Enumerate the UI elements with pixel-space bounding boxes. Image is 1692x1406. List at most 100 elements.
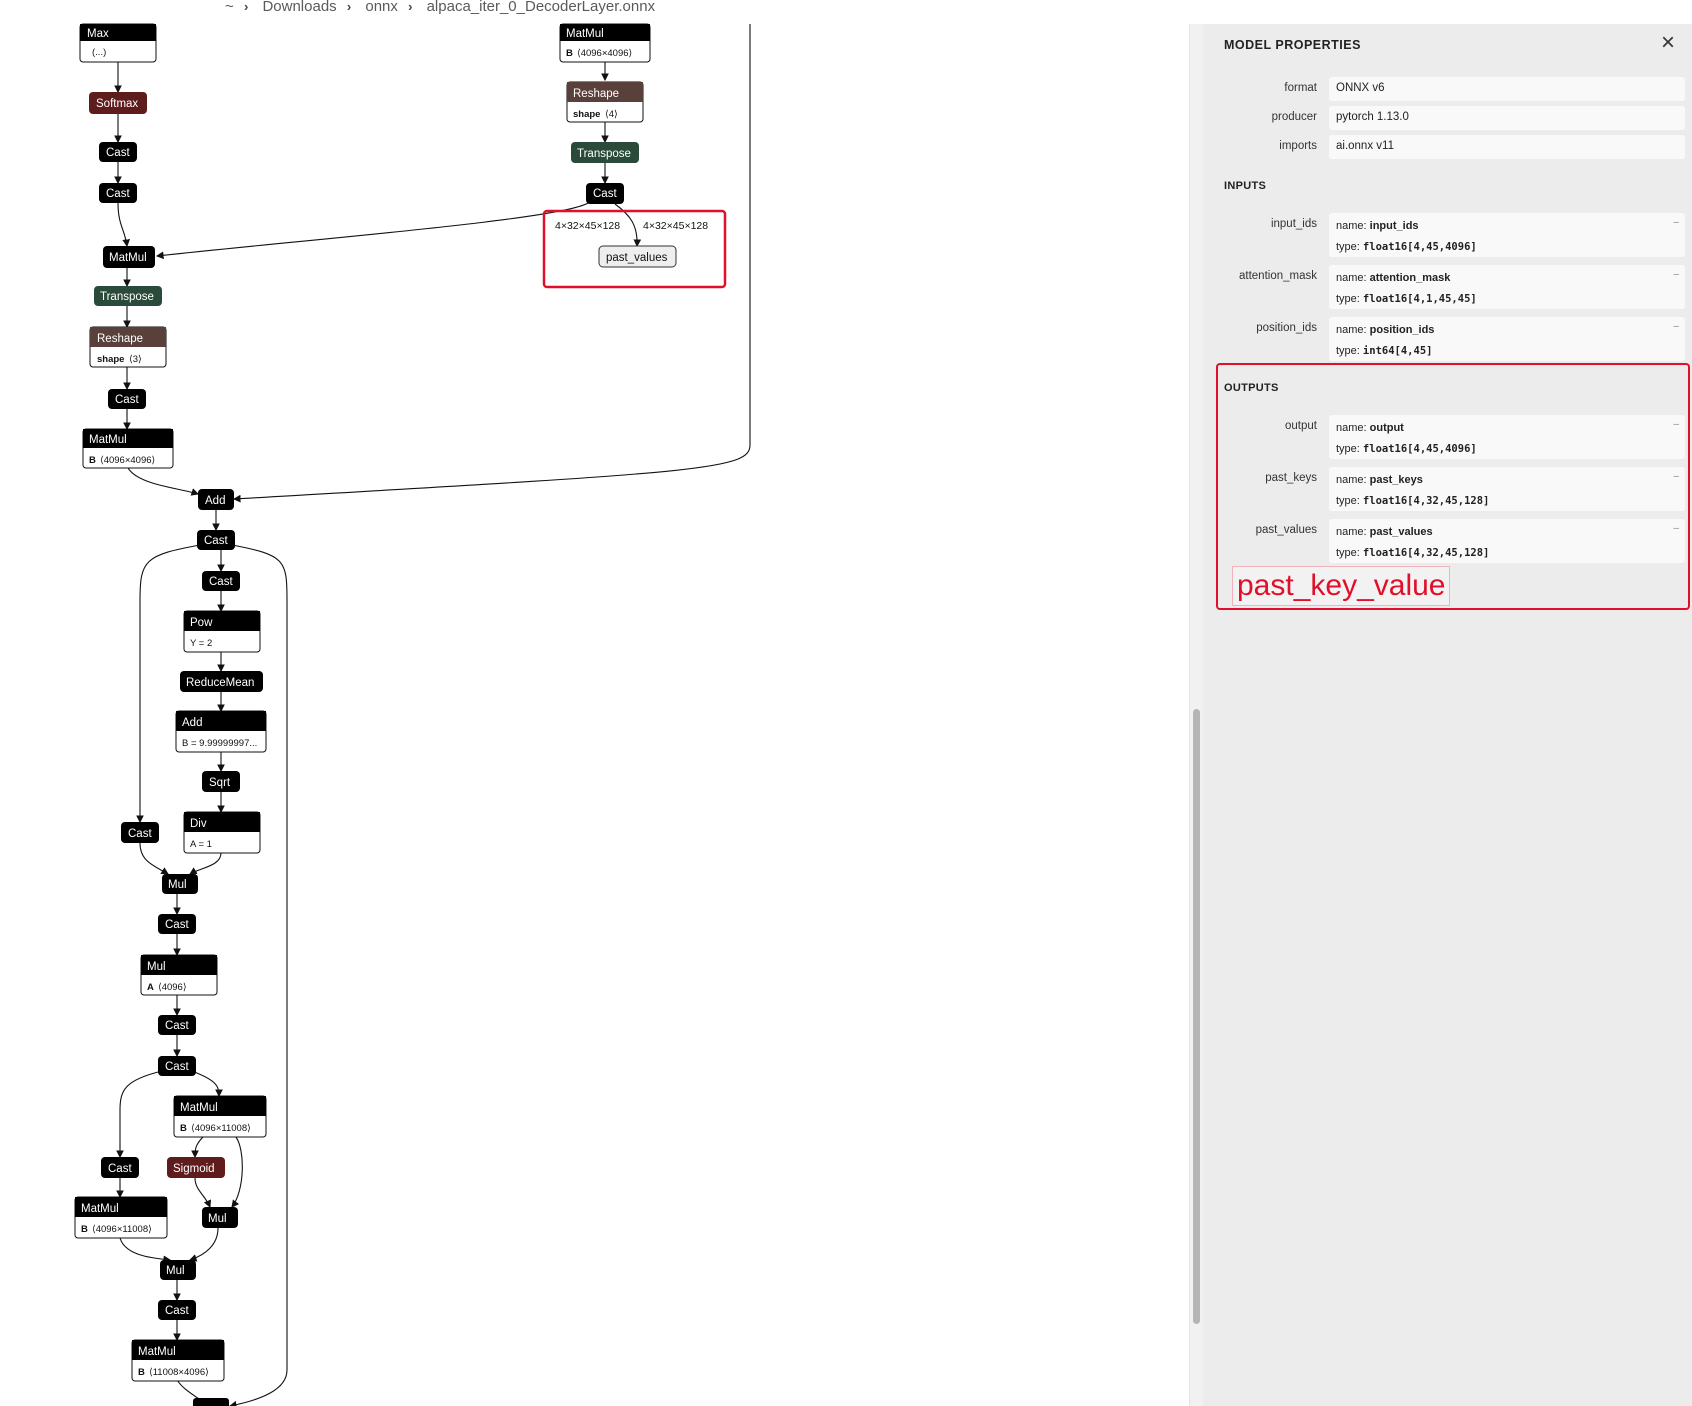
- node-cast[interactable]: Cast: [586, 183, 624, 204]
- node-matmul[interactable]: MatMul B ⟨4096×4096⟩: [559, 23, 651, 63]
- expand-toggle-icon[interactable]: –: [1673, 321, 1679, 332]
- node-transpose[interactable]: Transpose: [571, 142, 639, 163]
- node-cast[interactable]: Cast: [158, 1015, 196, 1035]
- node-add[interactable]: Add B = 9.99999997...: [175, 710, 267, 753]
- input-name: position_ids: [1369, 324, 1435, 336]
- node-attr-val: ⟨4096×4096⟩: [100, 455, 156, 466]
- node-cast[interactable]: Cast: [158, 1300, 196, 1320]
- node-mul[interactable]: Mul: [160, 1260, 196, 1280]
- node-partial[interactable]: [193, 1398, 229, 1406]
- expand-toggle-icon[interactable]: –: [1673, 217, 1679, 228]
- node-cast[interactable]: Cast: [99, 142, 137, 162]
- node-cast[interactable]: Cast: [158, 914, 196, 934]
- section-title-inputs: INPUTS: [1224, 180, 1267, 192]
- node-attr-key: B: [180, 1123, 187, 1134]
- node-transpose[interactable]: Transpose: [94, 286, 162, 306]
- node-softmax[interactable]: Softmax: [89, 92, 147, 114]
- node-add[interactable]: Add: [198, 489, 234, 510]
- node-cast[interactable]: Cast: [158, 1056, 196, 1076]
- node-mul[interactable]: Mul: [162, 874, 198, 894]
- node-pow[interactable]: Pow Y = 2: [183, 610, 261, 653]
- node-op: Sigmoid: [173, 1163, 215, 1175]
- node-attr-val: ⟨3⟩: [129, 354, 142, 365]
- node-attr-val: ⟨4096⟩: [158, 982, 187, 993]
- node-op: Cast: [593, 188, 617, 200]
- breadcrumb-file[interactable]: alpaca_iter_0_DecoderLayer.onnx: [427, 0, 656, 15]
- node-attr: A = 1: [190, 839, 212, 850]
- node-matmul[interactable]: MatMul B ⟨11008×4096⟩: [131, 1339, 225, 1382]
- node-op: Cast: [165, 919, 189, 931]
- prop-label-imports: imports: [1279, 140, 1317, 152]
- node-max[interactable]: Max (...): [79, 23, 157, 63]
- breadcrumb-downloads[interactable]: Downloads: [262, 0, 336, 15]
- node-op: Mul: [166, 1265, 185, 1277]
- node-op: Transpose: [100, 291, 154, 303]
- node-reducemean[interactable]: ReduceMean: [180, 671, 263, 692]
- node-attr-key: shape: [573, 109, 600, 120]
- node-cast[interactable]: Cast: [101, 1157, 139, 1178]
- node-sqrt[interactable]: Sqrt: [202, 771, 240, 792]
- node-cast[interactable]: Cast: [99, 183, 137, 203]
- node-attr: Y = 2: [190, 638, 212, 649]
- input-argument[interactable]: name: position_ids type: int64[4,45] –: [1329, 317, 1685, 361]
- node-op: Cast: [106, 147, 130, 159]
- node-sigmoid[interactable]: Sigmoid: [167, 1157, 225, 1178]
- node-op: MatMul: [81, 1203, 119, 1215]
- node-reshape[interactable]: Reshape shape ⟨3⟩: [89, 326, 167, 368]
- node-cast[interactable]: Cast: [202, 571, 240, 591]
- prop-label-format: format: [1284, 82, 1317, 94]
- node-op: Cast: [165, 1305, 189, 1317]
- input-type: int64[4,45]: [1362, 345, 1433, 357]
- input-name: attention_mask: [1369, 272, 1451, 284]
- breadcrumb-home[interactable]: ~: [225, 0, 234, 15]
- input-label: input_ids: [1270, 218, 1317, 230]
- node-reshape[interactable]: Reshape shape ⟨4⟩: [566, 81, 644, 123]
- node-op: Softmax: [96, 98, 138, 110]
- node-op: Sqrt: [209, 777, 231, 789]
- node-attr-key: B: [566, 48, 573, 59]
- node-cast[interactable]: Cast: [121, 822, 159, 843]
- node-mul[interactable]: Mul A ⟨4096⟩: [140, 954, 218, 996]
- chevron-right-icon: ›: [408, 0, 413, 14]
- node-cast[interactable]: Cast: [197, 530, 235, 550]
- node-matmul[interactable]: MatMul: [103, 246, 155, 268]
- breadcrumb-onnx[interactable]: onnx: [365, 0, 398, 15]
- expand-toggle-icon[interactable]: –: [1673, 269, 1679, 280]
- node-op: Mul: [147, 961, 166, 973]
- input-type: float16[4,45,4096]: [1362, 241, 1477, 253]
- node-matmul[interactable]: MatMul B ⟨4096×11008⟩: [173, 1095, 267, 1138]
- graph-output-past-values[interactable]: past_values: [598, 245, 677, 268]
- input-argument[interactable]: name: input_ids type: float16[4,45,4096]…: [1329, 213, 1685, 257]
- node-matmul[interactable]: MatMul B ⟨4096×4096⟩: [82, 428, 174, 469]
- node-op: MatMul: [180, 1102, 218, 1114]
- node-attr-val: ⟨4096×4096⟩: [577, 48, 633, 59]
- node-op: Cast: [115, 394, 139, 406]
- type-prefix: type:: [1336, 345, 1360, 357]
- node-op: Cast: [106, 188, 130, 200]
- node-attr: B = 9.99999997...: [182, 738, 257, 749]
- close-icon[interactable]: ×: [1653, 28, 1683, 58]
- prop-value-imports: ai.onnx v11: [1329, 135, 1685, 159]
- graph-canvas[interactable]: ~ › Downloads › onnx › alpaca_iter_0_Dec…: [0, 0, 1189, 1406]
- node-op: Max: [87, 28, 109, 40]
- node-cast[interactable]: Cast: [108, 389, 146, 409]
- node-attr-key: B: [89, 455, 96, 466]
- input-name: input_ids: [1369, 220, 1419, 232]
- input-argument[interactable]: name: attention_mask type: float16[4,1,4…: [1329, 265, 1685, 309]
- input-type: float16[4,1,45,45]: [1362, 293, 1477, 305]
- annotation-past-key-value: past_key_value: [1237, 569, 1446, 602]
- node-attr-val: ⟨11008×4096⟩: [149, 1367, 209, 1378]
- input-label: position_ids: [1256, 322, 1317, 334]
- node-div[interactable]: Div A = 1: [183, 811, 261, 854]
- prop-value-format: ONNX v6: [1329, 77, 1685, 101]
- node-op: Mul: [208, 1213, 227, 1225]
- type-prefix: type:: [1336, 293, 1360, 305]
- chevron-right-icon: ›: [346, 0, 352, 14]
- prop-label-producer: producer: [1271, 111, 1317, 123]
- scrollbar-thumb[interactable]: [1193, 709, 1200, 1324]
- node-matmul[interactable]: MatMul B ⟨4096×11008⟩: [74, 1196, 168, 1239]
- node-attr-val: ⟨4096×11008⟩: [92, 1224, 152, 1235]
- node-mul[interactable]: Mul: [202, 1207, 238, 1228]
- node-op: Div: [190, 818, 207, 830]
- panel-scrollbar[interactable]: [1189, 24, 1204, 1406]
